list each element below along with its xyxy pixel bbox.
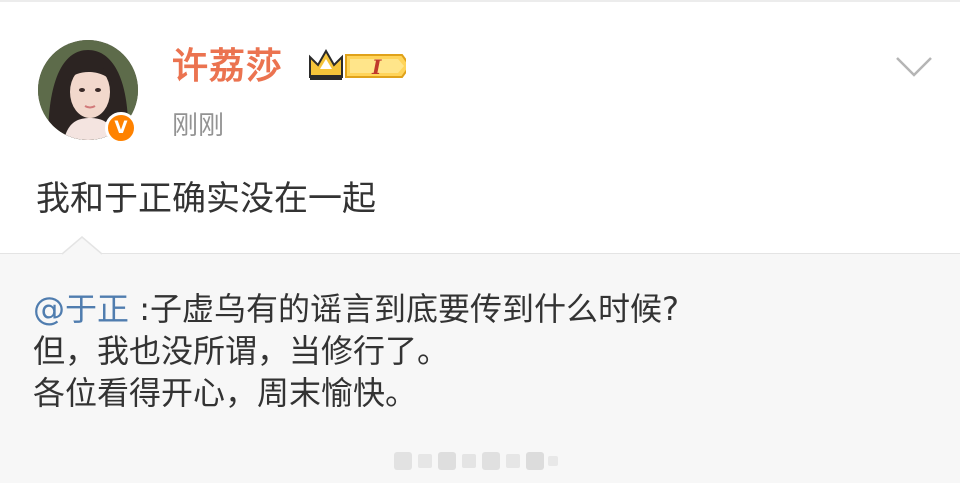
crown-vip-badge-icon[interactable]: I <box>306 47 412 85</box>
post-body-text: 我和于正确实没在一起 <box>36 179 376 219</box>
repost-line-3: 各位看得开心，周末愉快。 <box>33 374 418 412</box>
chevron-down-icon[interactable] <box>894 54 934 80</box>
vip-level-text: I <box>371 55 382 79</box>
repost-line-1-text: 子虚乌有的谣言到底要传到什么时候? <box>149 290 679 328</box>
repost-pointer-notch <box>62 236 102 255</box>
mention-link[interactable]: @于正 <box>33 290 129 328</box>
verified-badge-icon: V <box>105 112 137 144</box>
post-timestamp: 刚刚 <box>172 111 225 141</box>
blurred-watermark <box>394 452 558 470</box>
repost-line-2: 但，我也没所谓，当修行了。 <box>33 332 450 370</box>
author-name[interactable]: 许荔莎 <box>172 42 283 92</box>
mention-separator: : <box>129 290 150 328</box>
repost-line-1: @于正 :子虚乌有的谣言到底要传到什么时候? <box>33 288 933 330</box>
repost-text-block: @于正 :子虚乌有的谣言到底要传到什么时候? 但，我也没所谓，当修行了。 各位看… <box>33 288 933 414</box>
